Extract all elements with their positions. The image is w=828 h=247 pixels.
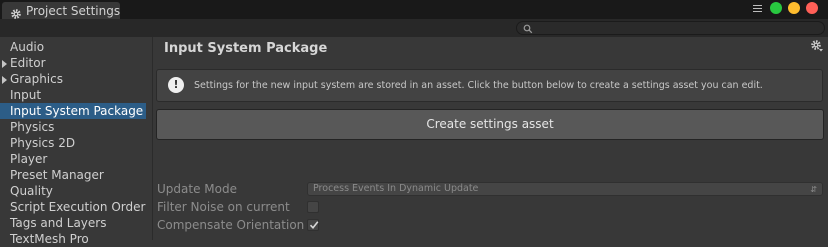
sidebar-item-label: Input System Package bbox=[10, 104, 144, 118]
update-mode-row: Update Mode Process Events In Dynamic Up… bbox=[157, 181, 823, 197]
info-helpbox: ! Settings for the new input system are … bbox=[156, 69, 823, 102]
window-tab[interactable]: Project Settings bbox=[2, 2, 120, 19]
compensate-orientation-row: Compensate Orientation bbox=[157, 217, 823, 233]
sidebar-item-input[interactable]: Input bbox=[0, 87, 152, 103]
dropdown-arrows-icon: ⇵ bbox=[810, 185, 817, 194]
sidebar-item-input-system-package[interactable]: Input System Package bbox=[0, 103, 146, 119]
sidebar-item-label: Preset Manager bbox=[10, 168, 104, 182]
sidebar-item-label: Audio bbox=[10, 40, 45, 54]
info-message: Settings for the new input system are st… bbox=[194, 80, 763, 91]
sidebar-item-label: Input bbox=[10, 88, 42, 102]
update-mode-label: Update Mode bbox=[157, 182, 237, 196]
sidebar-item-preset-manager[interactable]: Preset Manager bbox=[0, 167, 152, 183]
sidebar-item-label: Physics bbox=[10, 120, 55, 134]
window-menu-icon[interactable] bbox=[753, 4, 762, 12]
checkmark-icon bbox=[309, 221, 319, 230]
close-button[interactable] bbox=[806, 2, 818, 14]
sidebar-item-physics-2d[interactable]: Physics 2D bbox=[0, 135, 152, 151]
info-icon: ! bbox=[168, 77, 184, 93]
sidebar-item-quality[interactable]: Quality bbox=[0, 183, 152, 199]
window-controls bbox=[753, 2, 818, 14]
sidebar-list: Audio Editor Graphics Input Input System Pac… bbox=[0, 37, 152, 247]
sidebar-item-label: Player bbox=[10, 152, 48, 166]
gear-icon bbox=[10, 5, 22, 19]
filter-noise-checkbox[interactable] bbox=[307, 201, 319, 213]
sidebar-item-script-execution-order[interactable]: Script Execution Order bbox=[0, 199, 152, 215]
settings-gear-icon[interactable] bbox=[810, 38, 824, 57]
compensate-orientation-checkbox[interactable] bbox=[307, 219, 319, 231]
sidebar-item-physics[interactable]: Physics bbox=[0, 119, 152, 135]
sidebar-item-player[interactable]: Player bbox=[0, 151, 152, 167]
update-mode-dropdown[interactable]: Process Events In Dynamic Update ⇵ bbox=[307, 182, 823, 196]
search-icon bbox=[523, 24, 533, 34]
sidebar-item-label: Script Execution Order bbox=[10, 200, 146, 214]
filter-noise-label: Filter Noise on current bbox=[157, 200, 290, 214]
sidebar-item-label: TextMesh Pro bbox=[10, 232, 89, 246]
title-bar: Project Settings bbox=[0, 0, 828, 19]
sidebar-item-label: Tags and Layers bbox=[10, 216, 107, 230]
expand-arrow-icon[interactable] bbox=[2, 60, 7, 68]
sidebar-item-editor[interactable]: Editor bbox=[0, 55, 152, 71]
sidebar-item-audio[interactable]: Audio bbox=[0, 39, 152, 55]
main-panel: Input System Package ! Settings for the … bbox=[153, 37, 828, 240]
expand-arrow-icon[interactable] bbox=[2, 76, 7, 84]
minimize-button[interactable] bbox=[788, 2, 800, 14]
settings-sidebar: Audio Editor Graphics Input Input System Pac… bbox=[0, 37, 152, 246]
filter-noise-row: Filter Noise on current bbox=[157, 199, 823, 215]
maximize-button[interactable] bbox=[770, 2, 782, 14]
search-input[interactable] bbox=[516, 21, 825, 35]
update-mode-value: Process Events In Dynamic Update bbox=[313, 183, 479, 194]
window-title: Project Settings bbox=[26, 3, 121, 18]
sidebar-item-textmesh-pro[interactable]: TextMesh Pro bbox=[0, 231, 152, 247]
page-title: Input System Package bbox=[164, 41, 328, 56]
create-settings-asset-button[interactable]: Create settings asset bbox=[156, 109, 824, 140]
sidebar-item-label: Editor bbox=[10, 56, 46, 70]
sidebar-item-label: Graphics bbox=[10, 72, 63, 86]
sidebar-item-graphics[interactable]: Graphics bbox=[0, 71, 152, 87]
toolbar bbox=[0, 19, 828, 37]
sidebar-item-label: Quality bbox=[10, 184, 53, 198]
sidebar-item-tags-and-layers[interactable]: Tags and Layers bbox=[0, 215, 152, 231]
compensate-orientation-label: Compensate Orientation bbox=[157, 218, 305, 232]
sidebar-item-label: Physics 2D bbox=[10, 136, 76, 150]
